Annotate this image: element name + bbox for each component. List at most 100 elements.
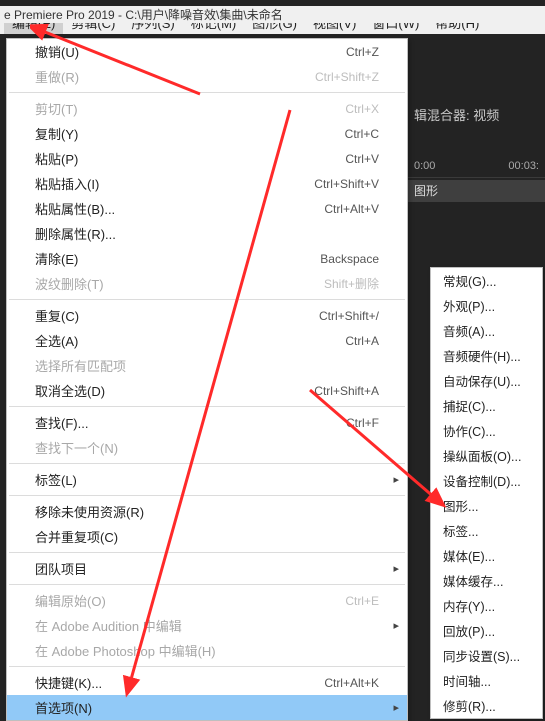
window-title: e Premiere Pro 2019 - C:\用户\降噪音效\集曲\未命名 <box>0 6 545 23</box>
menu-separator <box>9 463 405 464</box>
submenu-item[interactable]: 外观(P)... <box>431 293 542 318</box>
menu-item-label: 粘贴插入(I) <box>35 174 99 193</box>
submenu-item-label: 标签... <box>443 521 478 540</box>
menu-item: 波纹删除(T) Shift+删除 <box>7 271 407 296</box>
menu-item-label: 移除未使用资源(R) <box>35 502 144 521</box>
menu-separator <box>9 552 405 553</box>
menu-item-label: 粘贴属性(B)... <box>35 199 115 218</box>
submenu-item[interactable]: 回放(P)... <box>431 618 542 643</box>
submenu-item[interactable]: 自动保存(U)... <box>431 368 542 393</box>
menu-item-shortcut: Ctrl+Z <box>346 45 379 59</box>
menu-item-shortcut: Ctrl+C <box>345 127 379 141</box>
submenu-item[interactable]: 时间轴... <box>431 668 542 693</box>
menu-item-shortcut: Ctrl+F <box>346 416 379 430</box>
timeline-ruler: 0:00 00:03: <box>408 160 545 178</box>
menu-item-label: 团队项目 <box>35 559 87 578</box>
menu-item-shortcut: Ctrl+Alt+V <box>324 202 379 216</box>
submenu-item[interactable]: 协作(C)... <box>431 418 542 443</box>
menu-item[interactable]: 移除未使用资源(R) <box>7 499 407 524</box>
menu-item-label: 标签(L) <box>35 470 77 489</box>
menu-item-shortcut: Ctrl+Shift+Z <box>315 70 379 84</box>
menu-item-label: 重复(C) <box>35 306 79 325</box>
submenu-item[interactable]: 音频(A)... <box>431 318 542 343</box>
time-b: 00:03: <box>508 160 539 177</box>
menu-item[interactable]: 清除(E)Backspace <box>7 246 407 271</box>
submenu-item[interactable]: 同步设置(S)... <box>431 643 542 668</box>
menu-item: 在 Adobe Audition 中编辑 ▸ <box>7 613 407 638</box>
menu-item[interactable]: 撤销(U)Ctrl+Z <box>7 39 407 64</box>
menu-item-shortcut: Ctrl+Shift+A <box>314 384 379 398</box>
time-a: 0:00 <box>414 160 435 177</box>
timeline-row-graphics[interactable]: 图形 <box>408 180 545 202</box>
submenu-item[interactable]: 内存(Y)... <box>431 593 542 618</box>
menu-item-label: 清除(E) <box>35 249 78 268</box>
submenu-item-label: 音频硬件(H)... <box>443 346 521 365</box>
submenu-item-label: 音频(A)... <box>443 321 495 340</box>
preferences-submenu: 常规(G)... 外观(P)... 音频(A)... 音频硬件(H)... 自动保存(U… <box>430 267 543 719</box>
menu-item-label: 查找(F)... <box>35 413 88 432</box>
menu-item-label: 选择所有匹配项 <box>35 356 126 375</box>
submenu-item[interactable]: 媒体缓存... <box>431 568 542 593</box>
menu-item[interactable]: 首选项(N)▸ <box>7 695 407 720</box>
menu-separator <box>9 406 405 407</box>
menu-item-label: 重做(R) <box>35 67 79 86</box>
menu-separator <box>9 299 405 300</box>
menu-separator <box>9 495 405 496</box>
menu-item-shortcut: Ctrl+Shift+/ <box>319 309 379 323</box>
edit-menu-dropdown: 撤销(U)Ctrl+Z重做(R)Ctrl+Shift+Z剪切(T)Ctrl+X复… <box>6 38 408 721</box>
submenu-item[interactable]: 操纵面板(O)... <box>431 443 542 468</box>
menu-item[interactable]: 快捷键(K)... Ctrl+Alt+K <box>7 670 407 695</box>
submenu-item-label: 同步设置(S)... <box>443 646 520 665</box>
submenu-item[interactable]: 捕捉(C)... <box>431 393 542 418</box>
menu-item[interactable]: 团队项目 ▸ <box>7 556 407 581</box>
chevron-right-icon: ▸ <box>393 701 399 714</box>
submenu-item[interactable]: 媒体(E)... <box>431 543 542 568</box>
submenu-item-label: 图形... <box>443 496 478 515</box>
submenu-item-label: 操纵面板(O)... <box>443 446 521 465</box>
panel-title: 辑混合器: 视频 <box>414 105 499 124</box>
chevron-right-icon: ▸ <box>393 619 399 632</box>
menu-item[interactable]: 合并重复项(C) <box>7 524 407 549</box>
menu-item-label: 在 Adobe Audition 中编辑 <box>35 616 182 635</box>
menu-item-shortcut: Ctrl+Alt+K <box>324 676 379 690</box>
menu-item[interactable]: 复制(Y) Ctrl+C <box>7 121 407 146</box>
submenu-item[interactable]: 音频硬件(H)... <box>431 343 542 368</box>
menu-item-shortcut: Shift+删除 <box>324 275 379 292</box>
menu-item-label: 删除属性(R)... <box>35 224 116 243</box>
submenu-item-label: 回放(P)... <box>443 621 495 640</box>
menu-item-label: 全选(A) <box>35 331 78 350</box>
menu-item-label: 波纹删除(T) <box>35 274 104 293</box>
menu-item[interactable]: 粘贴属性(B)... Ctrl+Alt+V <box>7 196 407 221</box>
menu-item: 编辑原始(O)Ctrl+E <box>7 588 407 613</box>
menu-item-label: 复制(Y) <box>35 124 78 143</box>
menu-item[interactable]: 删除属性(R)... <box>7 221 407 246</box>
menu-item-shortcut: Ctrl+E <box>345 594 379 608</box>
menu-item-shortcut: Ctrl+A <box>345 334 379 348</box>
menu-item: 在 Adobe Photoshop 中编辑(H) <box>7 638 407 663</box>
menu-item[interactable]: 查找(F)... Ctrl+F <box>7 410 407 435</box>
menu-item[interactable]: 粘贴(P)Ctrl+V <box>7 146 407 171</box>
menu-item[interactable]: 重复(C) Ctrl+Shift+/ <box>7 303 407 328</box>
submenu-item[interactable]: 设备控制(D)... <box>431 468 542 493</box>
submenu-item-label: 媒体(E)... <box>443 546 495 565</box>
submenu-item-label: 外观(P)... <box>443 296 495 315</box>
menu-item: 选择所有匹配项 <box>7 353 407 378</box>
menu-item[interactable]: 全选(A) Ctrl+A <box>7 328 407 353</box>
submenu-item[interactable]: 标签... <box>431 518 542 543</box>
chevron-right-icon: ▸ <box>393 562 399 575</box>
submenu-item[interactable]: 常规(G)... <box>431 268 542 293</box>
menu-item-label: 剪切(T) <box>35 99 78 118</box>
chevron-right-icon: ▸ <box>393 473 399 486</box>
menu-item[interactable]: 标签(L) ▸ <box>7 467 407 492</box>
menu-item-shortcut: Ctrl+Shift+V <box>314 177 379 191</box>
submenu-item-label: 内存(Y)... <box>443 596 495 615</box>
submenu-item[interactable]: 图形... <box>431 493 542 518</box>
submenu-item-label: 自动保存(U)... <box>443 371 521 390</box>
menu-item-shortcut: Ctrl+V <box>345 152 379 166</box>
submenu-item-label: 捕捉(C)... <box>443 396 496 415</box>
menu-item[interactable]: 取消全选(D) Ctrl+Shift+A <box>7 378 407 403</box>
menu-item-label: 快捷键(K)... <box>35 673 102 692</box>
menu-item-label: 取消全选(D) <box>35 381 105 400</box>
menu-item[interactable]: 粘贴插入(I) Ctrl+Shift+V <box>7 171 407 196</box>
menu-item: 查找下一个(N) <box>7 435 407 460</box>
